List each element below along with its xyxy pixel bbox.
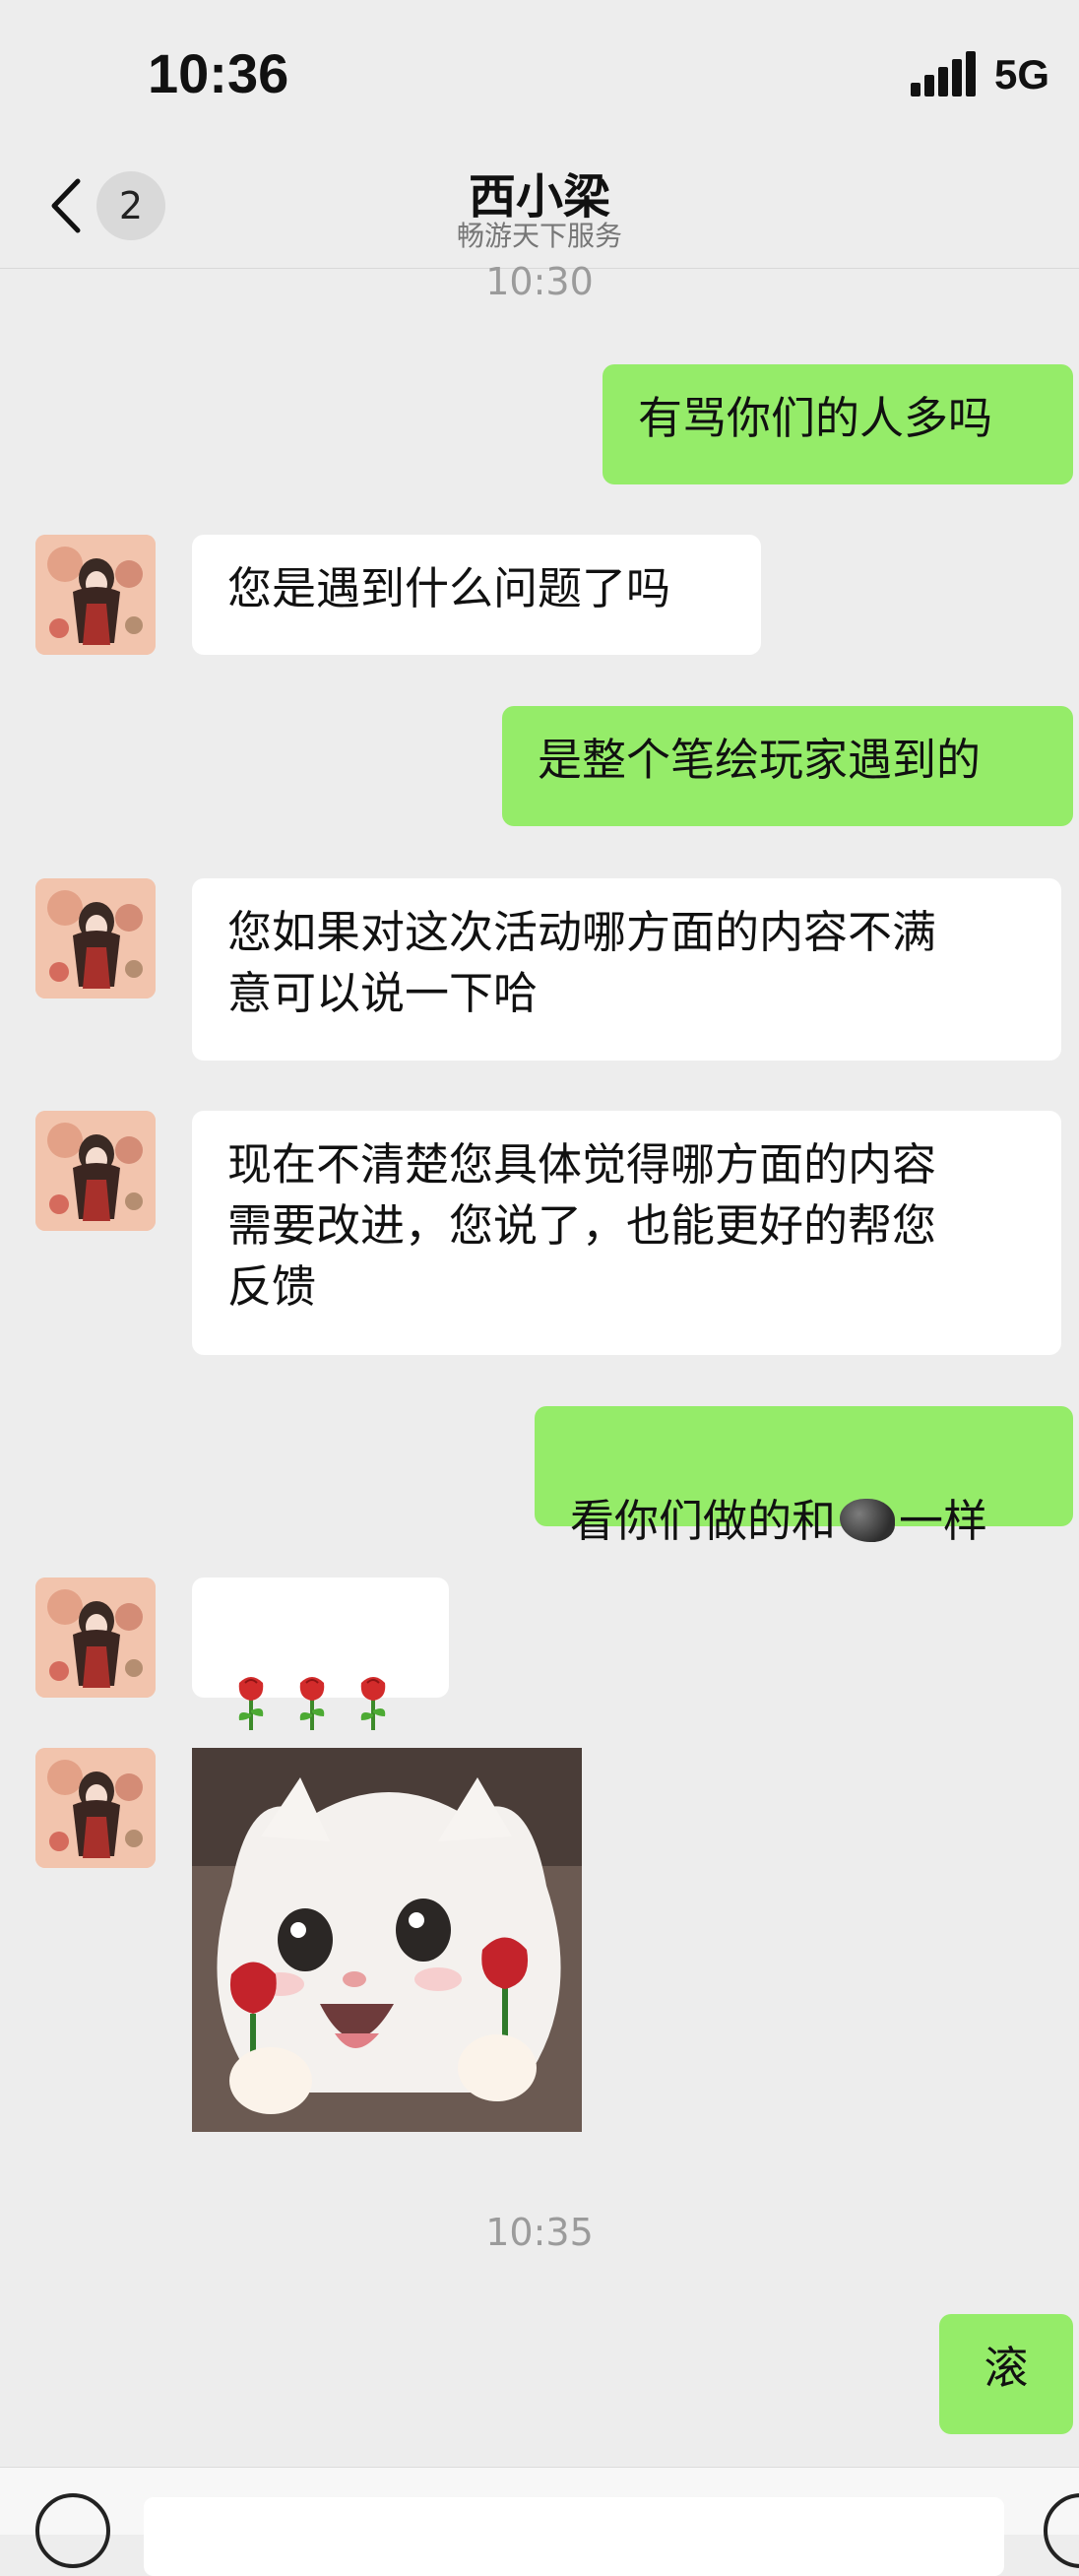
avatar[interactable] [35,535,156,655]
network-type: 5G [994,51,1050,97]
avatar[interactable] [35,1748,156,1868]
message-bubble-received[interactable]: 您如果对这次活动哪方面的内容不满 意可以说一下哈 [192,878,1061,1061]
message-bubble-sent[interactable]: 是整个笔绘玩家遇到的 [502,706,1073,826]
avatar-image [35,1748,156,1868]
avatar[interactable] [35,878,156,998]
message-bubble-sent[interactable]: 有骂你们的人多吗 [603,364,1073,484]
message-bubble-received[interactable] [192,1578,449,1730]
avatar[interactable] [35,1578,156,1698]
avatar-image [35,1111,156,1231]
avatar-image [35,1578,156,1698]
avatar[interactable] [35,1111,156,1231]
kitten-sticker-image [192,1748,582,2132]
rose-emoji-icon [238,1677,264,1730]
avatar-image [35,878,156,998]
rock-emoji-icon [840,1499,896,1542]
status-bar: 10:36 5G [0,0,1079,158]
chat-subtitle: 畅游天下服务 [456,220,622,252]
rose-emoji-icon [299,1677,325,1730]
message-input[interactable] [144,2497,1004,2576]
input-bar [0,2467,1079,2576]
voice-button[interactable] [35,2493,110,2568]
timestamp: 10:35 [485,2211,594,2254]
rose-emoji-icon [360,1677,386,1730]
message-bubble-sent[interactable]: 滚 [939,2314,1073,2434]
message-text: 一样 [899,1495,988,1547]
message-text: 看你们做的和 [570,1495,837,1547]
message-bubble-sent[interactable]: 看你们做的和 一样 [535,1406,1073,1547]
kitten-sticker[interactable] [192,1748,582,2132]
timestamp: 10:30 [485,260,594,303]
message-bubble-received[interactable]: 您是遇到什么问题了吗 [192,535,761,655]
signal-icon [911,51,978,97]
status-time: 10:36 [148,42,289,104]
emoji-button[interactable] [1044,2493,1079,2568]
avatar-image [35,535,156,655]
chat-header: 2 西小梁 畅游天下服务 [0,158,1079,269]
message-bubble-received[interactable]: 现在不清楚您具体觉得哪方面的内容 需要改进，您说了，也能更好的帮您 反馈 [192,1111,1061,1355]
